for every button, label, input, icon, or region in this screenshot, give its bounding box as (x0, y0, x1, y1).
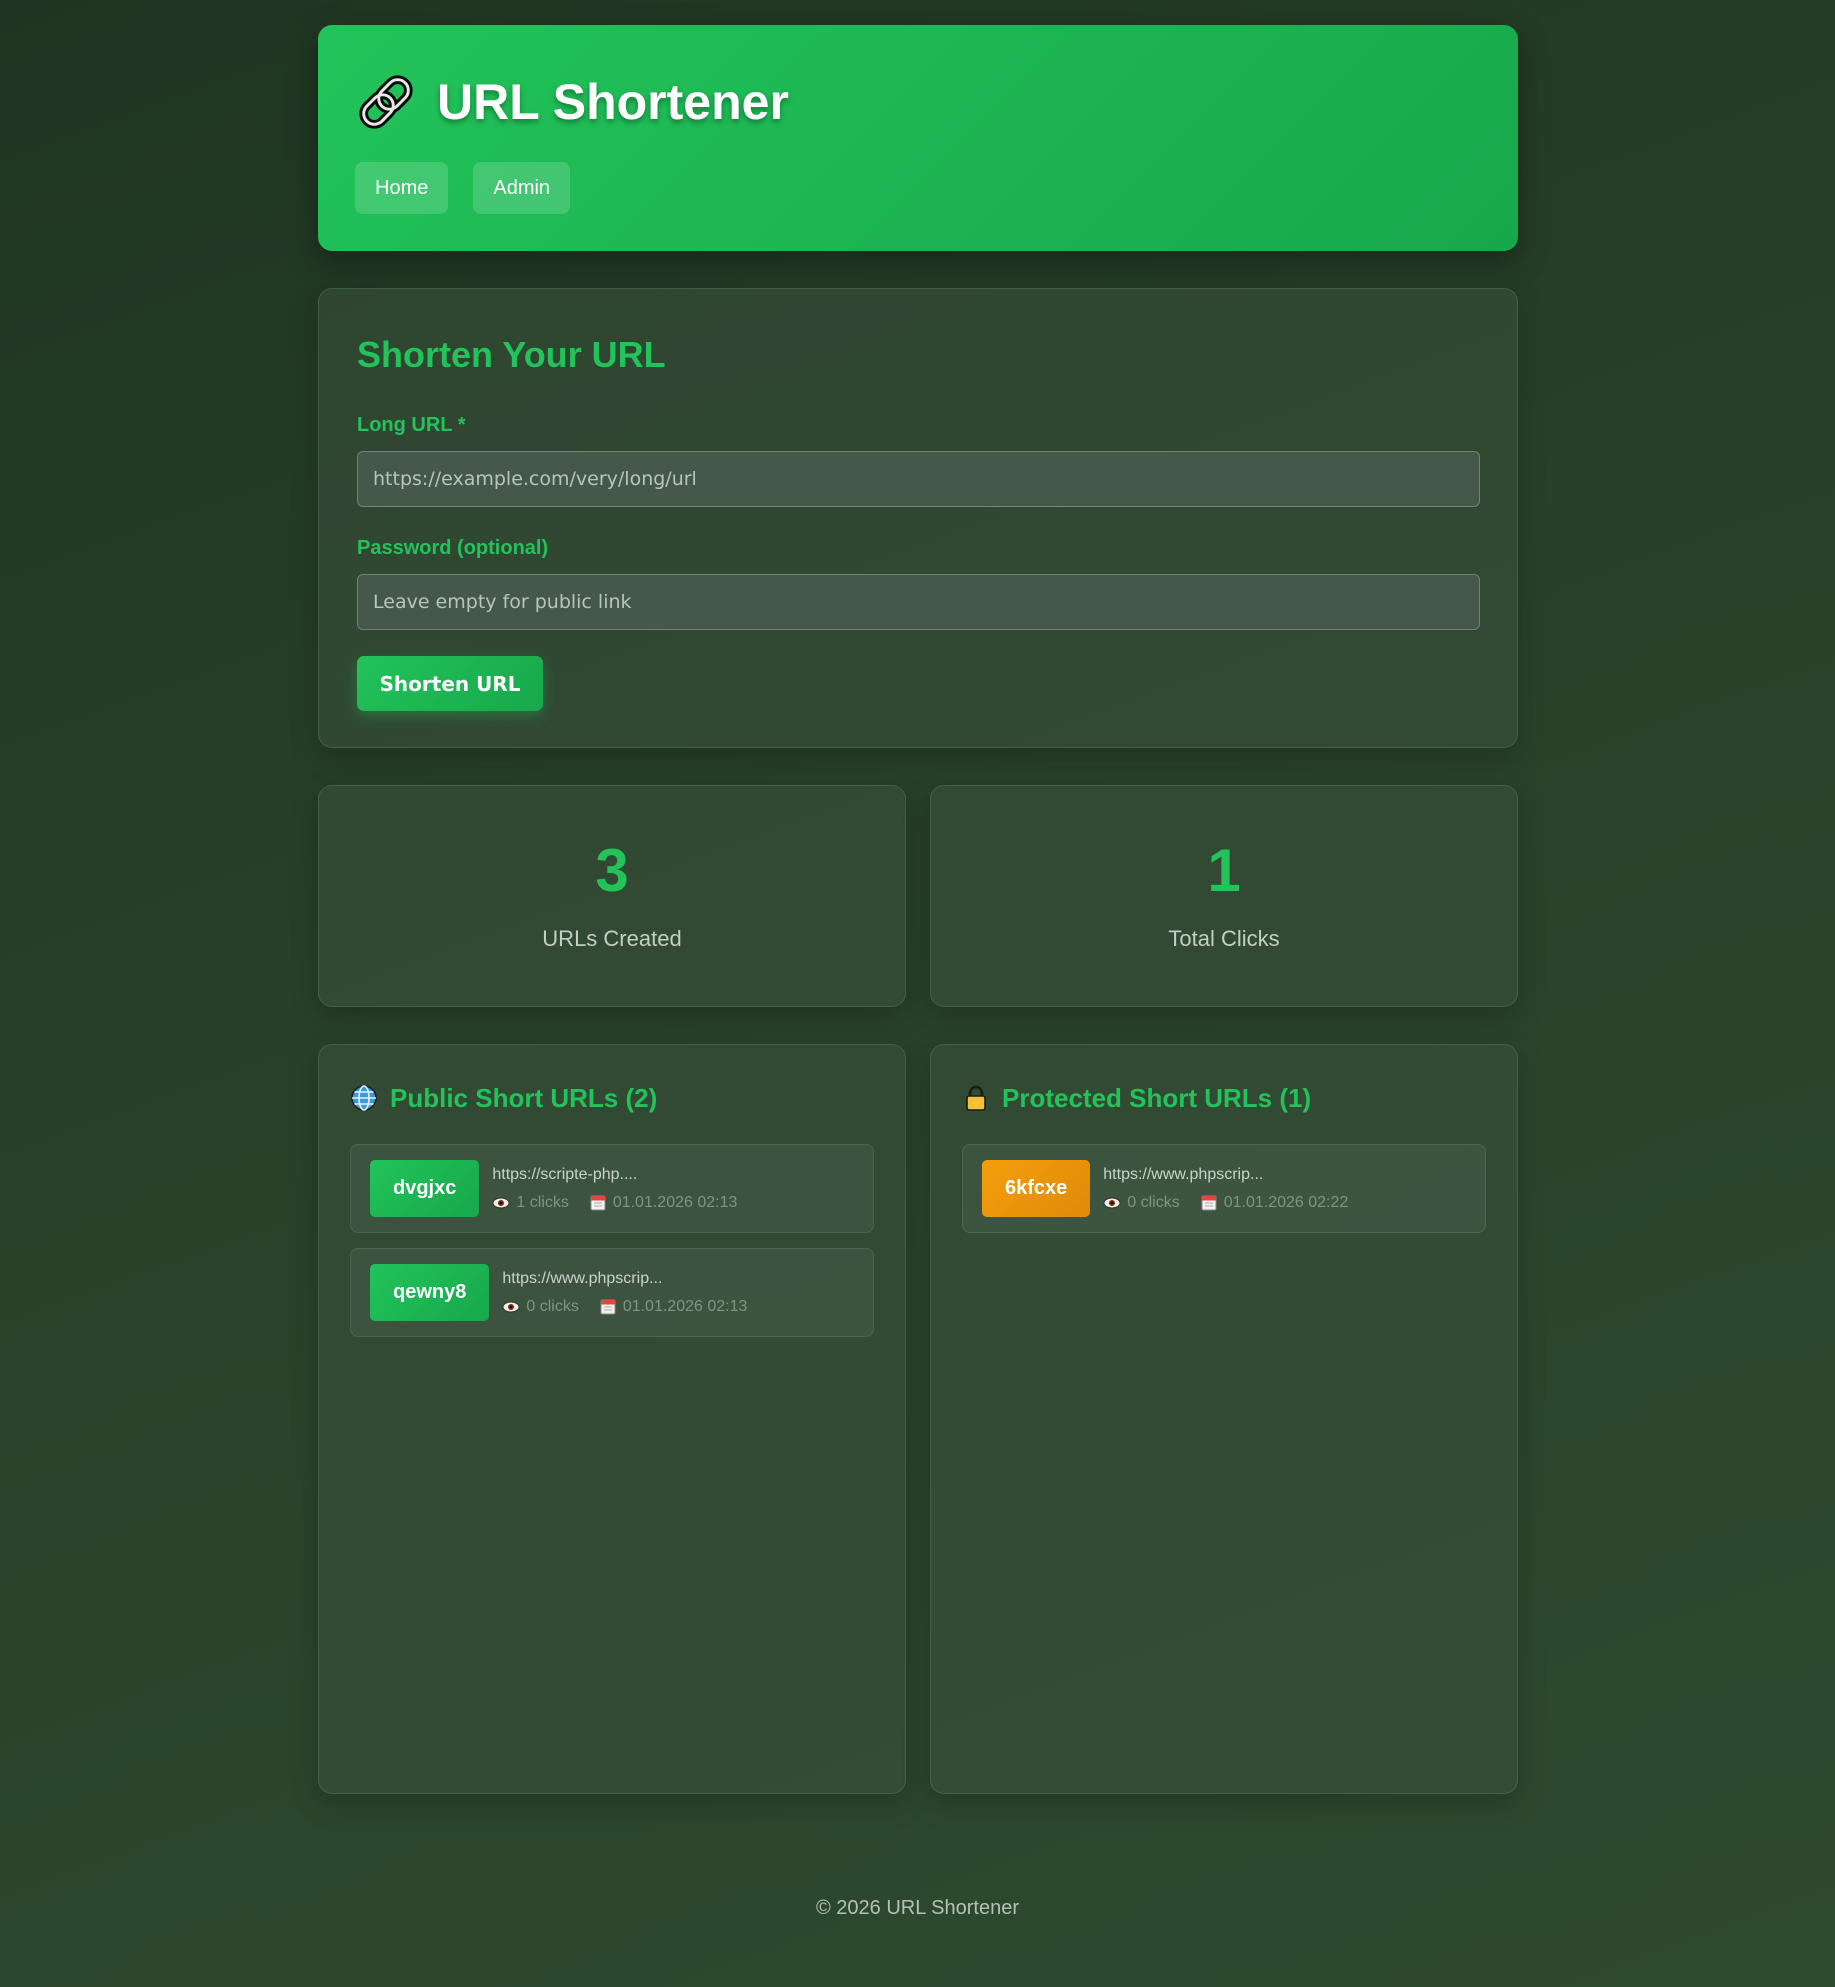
lists-row: Public Short URLs (2) dvgjxc https://scr… (318, 1044, 1518, 1794)
globe-icon (351, 1085, 377, 1111)
link-icon (359, 75, 413, 129)
item-meta: https://www.phpscrip... 0 clicks 01.01.2… (502, 1270, 747, 1316)
shorten-url-button[interactable]: Shorten URL (357, 656, 543, 711)
brand: URL Shortener (355, 69, 1481, 135)
main-nav: Home Admin (355, 162, 1481, 214)
protected-urls-card: Protected Short URLs (1) 6kfcxe https://… (930, 1044, 1518, 1794)
short-code-badge[interactable]: dvgjxc (370, 1160, 480, 1217)
password-input[interactable]: Leave empty for public link (357, 574, 1480, 630)
long-url-input[interactable]: https://example.com/very/long/url (357, 451, 1480, 507)
stat-urls-created: 3 URLs Created (318, 785, 906, 1007)
protected-urls-list: 6kfcxe https://www.phpscrip... 0 clicks … (962, 1144, 1486, 1233)
list-item[interactable]: 6kfcxe https://www.phpscrip... 0 clicks … (962, 1144, 1486, 1233)
calendar-icon (600, 1299, 616, 1314)
item-url: https://www.phpscrip... (1103, 1165, 1264, 1183)
public-urls-title-text: Public Short URLs (2) (390, 1082, 658, 1113)
item-clicks: 0 clicks (1127, 1193, 1180, 1211)
item-meta: https://www.phpscrip... 0 clicks 01.01.2… (1103, 1166, 1348, 1212)
protected-urls-title-text: Protected Short URLs (1) (1002, 1082, 1312, 1113)
stats-row: 3 URLs Created 1 Total Clicks (318, 785, 1518, 1007)
item-stats: 0 clicks 01.01.2026 02:13 (502, 1298, 747, 1316)
lock-icon (966, 1085, 986, 1111)
list-item[interactable]: qewny8 https://www.phpscrip... 0 clicks … (350, 1248, 874, 1337)
item-clicks: 1 clicks (516, 1193, 569, 1211)
stat-value: 1 (1207, 837, 1241, 904)
list-item[interactable]: dvgjxc https://scripte-php.... 1 clicks … (350, 1144, 874, 1233)
app-title: URL Shortener (437, 74, 789, 130)
stat-label: Total Clicks (1168, 926, 1280, 951)
page: URL Shortener Home Admin Shorten Your UR… (318, 25, 1518, 1794)
item-url: https://www.phpscrip... (502, 1269, 663, 1287)
password-label: Password (optional) (357, 537, 549, 559)
calendar-icon (590, 1195, 606, 1210)
calendar-icon (1201, 1195, 1217, 1210)
public-urls-card: Public Short URLs (2) dvgjxc https://scr… (318, 1044, 906, 1794)
item-meta: https://scripte-php.... 1 clicks 01.01.2… (492, 1166, 737, 1212)
eye-icon (492, 1197, 510, 1208)
public-urls-title: Public Short URLs (2) (350, 1080, 874, 1116)
long-url-label: Long URL * (357, 414, 466, 436)
nav-home[interactable]: Home (355, 162, 449, 214)
item-date: 01.01.2026 02:22 (1223, 1193, 1349, 1211)
item-stats: 0 clicks 01.01.2026 02:22 (1103, 1194, 1348, 1212)
public-urls-list: dvgjxc https://scripte-php.... 1 clicks … (350, 1144, 874, 1337)
item-date: 01.01.2026 02:13 (612, 1193, 738, 1211)
protected-urls-title: Protected Short URLs (1) (962, 1080, 1486, 1116)
item-stats: 1 clicks 01.01.2026 02:13 (492, 1194, 737, 1212)
footer: © 2026 URL Shortener (816, 1897, 1019, 1919)
short-code-badge[interactable]: qewny8 (370, 1264, 490, 1321)
stat-value: 3 (595, 837, 629, 904)
eye-icon (502, 1301, 520, 1312)
item-clicks: 0 clicks (526, 1297, 579, 1315)
header: URL Shortener Home Admin (318, 25, 1518, 251)
item-date: 01.01.2026 02:13 (622, 1297, 748, 1315)
eye-icon (1103, 1197, 1121, 1208)
stat-total-clicks: 1 Total Clicks (930, 785, 1518, 1007)
form-title: Shorten Your URL (357, 334, 666, 375)
item-url: https://scripte-php.... (492, 1165, 638, 1183)
stat-label: URLs Created (542, 926, 682, 951)
nav-admin[interactable]: Admin (473, 162, 571, 214)
shorten-form-card: Shorten Your URL Long URL * https://exam… (318, 288, 1518, 748)
short-code-badge[interactable]: 6kfcxe (982, 1160, 1091, 1217)
